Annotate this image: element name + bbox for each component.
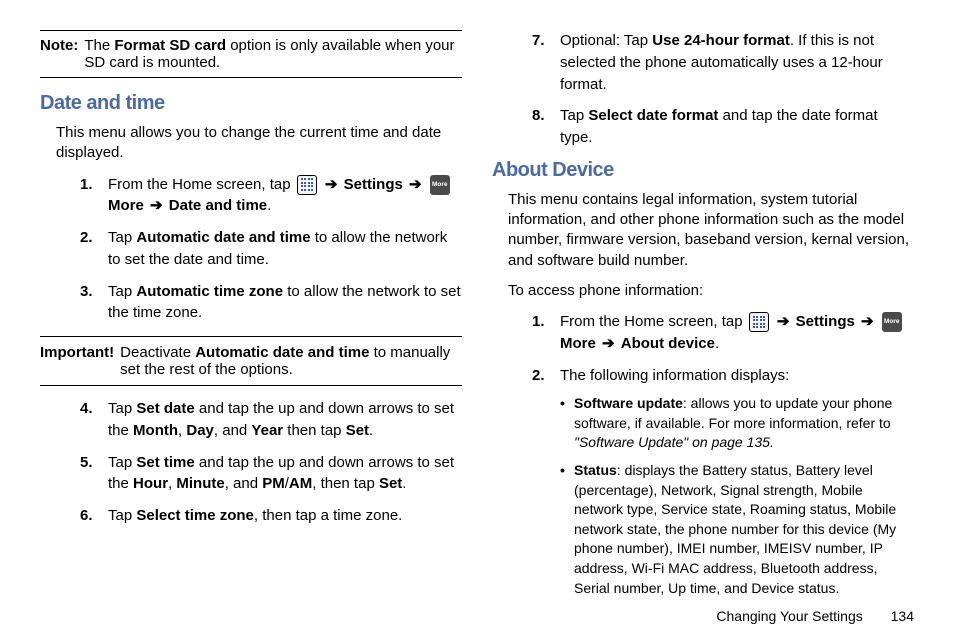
arrow-icon: ➔ <box>602 335 615 352</box>
note-box: Note: The Format SD card option is only … <box>40 30 462 78</box>
step-5: 5. Tap Set time and tap the up and down … <box>80 452 462 496</box>
step-3: 3. Tap Automatic time zone to allow the … <box>80 281 462 325</box>
step-1: 1. From the Home screen, tap ➔ Settings … <box>80 174 462 218</box>
sub-software-update: • Software update: allows you to update … <box>560 394 914 453</box>
step-2: 2. Tap Automatic date and time to allow … <box>80 227 462 271</box>
apps-grid-icon <box>297 175 317 195</box>
arrow-icon: ➔ <box>861 313 874 330</box>
intro-date-time: This menu allows you to change the curre… <box>56 123 462 164</box>
steps-list-c: 7. Optional: Tap Use 24-hour format. If … <box>532 30 914 149</box>
intro-about-b: To access phone information: <box>508 281 914 301</box>
arrow-icon: ➔ <box>325 176 338 193</box>
intro-about-a: This menu contains legal information, sy… <box>508 190 914 271</box>
arrow-icon: ➔ <box>409 176 422 193</box>
arrow-icon: ➔ <box>777 313 790 330</box>
steps-list-b: 4. Tap Set date and tap the up and down … <box>80 398 462 527</box>
footer-title: Changing Your Settings <box>716 608 862 624</box>
heading-about-device: About Device <box>492 159 914 182</box>
step-8: 8. Tap Select date format and tap the da… <box>532 105 914 149</box>
info-sublist: • Software update: allows you to update … <box>560 394 914 598</box>
note-label: Note: <box>40 37 78 71</box>
page-footer: Changing Your Settings 134 <box>716 608 914 624</box>
important-text: Deactivate Automatic date and time to ma… <box>120 344 462 378</box>
important-box: Important! Deactivate Automatic date and… <box>40 336 462 386</box>
steps-list-d: 1. From the Home screen, tap ➔ Settings … <box>532 311 914 606</box>
apps-grid-icon <box>749 312 769 332</box>
step-7: 7. Optional: Tap Use 24-hour format. If … <box>532 30 914 95</box>
right-column: 7. Optional: Tap Use 24-hour format. If … <box>492 30 914 616</box>
step-d2: 2. The following information displays: •… <box>532 365 914 607</box>
step-4: 4. Tap Set date and tap the up and down … <box>80 398 462 442</box>
footer-page-number: 134 <box>891 608 914 624</box>
step-6: 6. Tap Select time zone, then tap a time… <box>80 505 462 527</box>
heading-date-and-time: Date and time <box>40 92 462 115</box>
note-text: The Format SD card option is only availa… <box>84 37 462 71</box>
sub-status: • Status: displays the Battery status, B… <box>560 461 914 598</box>
arrow-icon: ➔ <box>150 197 163 214</box>
left-column: Note: The Format SD card option is only … <box>40 30 462 616</box>
step-d1: 1. From the Home screen, tap ➔ Settings … <box>532 311 914 355</box>
more-tab-icon: More <box>882 312 902 332</box>
steps-list-a: 1. From the Home screen, tap ➔ Settings … <box>80 174 462 325</box>
more-tab-icon: More <box>430 175 450 195</box>
important-label: Important! <box>40 344 114 378</box>
